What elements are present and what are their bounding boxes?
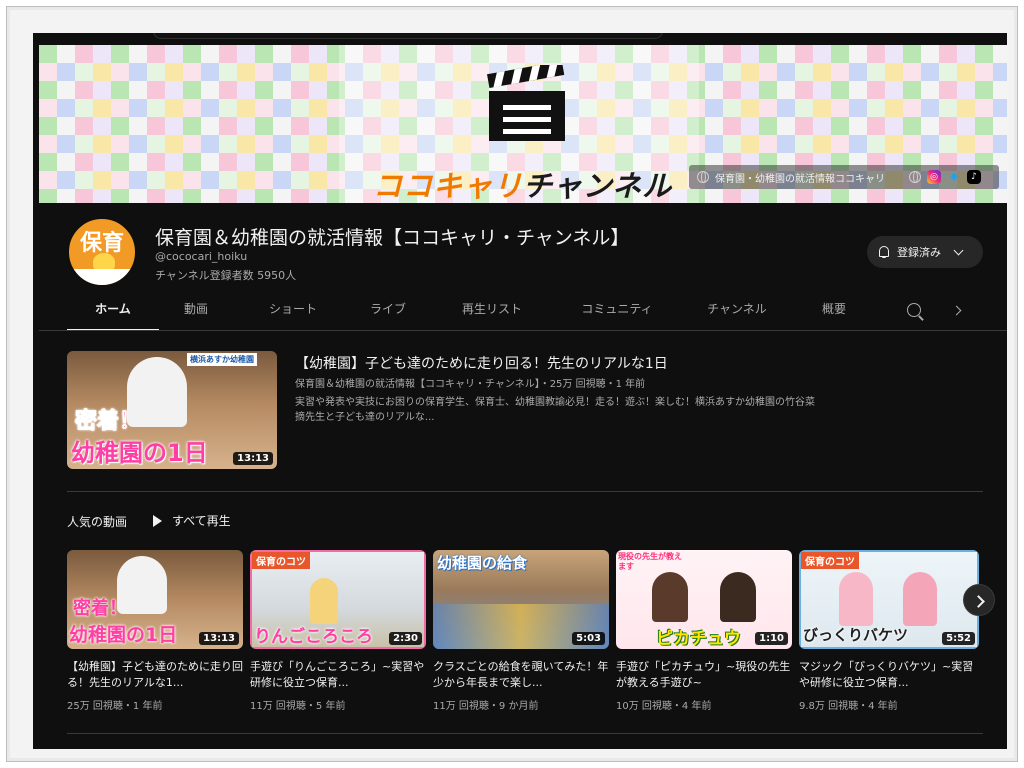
youtube-channel-page: ココキャリチャンネル 保育園・幼稚園の就活情報ココキャリ ◎ ♦ ♪ 保育 保育… [33, 33, 1007, 749]
thumbnail-figure [720, 572, 756, 622]
channel-title: 保育園＆幼稚園の就活情報【ココキャリ・チャンネル】 [155, 227, 630, 249]
video-meta-4: 10万 回視聴・4 年前 [616, 701, 712, 712]
featured-video-thumbnail[interactable]: 横浜あすか幼稚園 密着！ 幼稚園の1日 13:13 [67, 351, 277, 469]
featured-video-title[interactable]: 【幼稚園】子ども達のために走り回る！先生のリアルな1日 [295, 353, 668, 373]
thumbnail-caption-top: 幼稚園の給食 [437, 554, 528, 572]
channel-tabs: ホーム 動画 ショート ライブ 再生リスト コミュニティ チャンネル 概要 [67, 295, 1007, 331]
thumbnail-figure [839, 572, 873, 626]
video-thumbnail-1[interactable]: 密着！ 幼稚園の1日 13:13 [67, 550, 243, 649]
video-title-2[interactable]: 手遊び「りんごころころ」~実習や研修に役立つ保育... [250, 659, 426, 691]
thumbnail-tag: 横浜あすか幼稚園 [187, 353, 257, 366]
thumbnail-caption-bottom: ピカチュウ [656, 629, 741, 649]
banner-links-bar: 保育園・幼稚園の就活情報ココキャリ ◎ ♦ ♪ [689, 165, 999, 189]
section-title[interactable]: 人気の動画 [67, 513, 127, 530]
carousel-next-button[interactable] [963, 584, 995, 616]
video-meta-3: 11万 回視聴・9 か月前 [433, 701, 539, 712]
tab-home[interactable]: ホーム [67, 295, 159, 331]
avatar-bottom-band [69, 269, 135, 285]
tab-community[interactable]: コミュニティ [567, 295, 667, 331]
featured-video-description: 実習や発表や実技にお困りの保育学生、保育士、幼稚園教諭必見！走る！遊ぶ！楽しむ！… [295, 397, 815, 423]
thumbnail-caption-bottom: りんごころころ [254, 627, 373, 647]
channel-banner: ココキャリチャンネル 保育園・幼稚園の就活情報ココキャリ ◎ ♦ ♪ [39, 45, 1007, 203]
video-title-4[interactable]: 手遊び「ピカチュウ」~現役の先生が教える手遊び~ [616, 659, 792, 691]
section-divider [67, 491, 983, 492]
thumbnail-figure [310, 578, 338, 624]
tiktok-icon[interactable]: ♪ [967, 170, 981, 184]
tab-about[interactable]: 概要 [809, 295, 859, 331]
subscriber-count: チャンネル登録者数 5950人 [155, 269, 297, 282]
thumbnail-caption-bottom: びっくりバケツ [803, 626, 909, 644]
instagram-icon[interactable]: ◎ [927, 170, 941, 184]
video-title-1[interactable]: 【幼稚園】子ども達のために走り回る！先生のリアルな1... [67, 659, 243, 691]
video-meta-2: 11万 回視聴・5 年前 [250, 701, 346, 712]
bottom-divider [67, 733, 983, 734]
thumbnail-tag: 保育のコツ [252, 552, 310, 569]
thumbnail-tag: 現役の先生が教えます [618, 552, 682, 571]
globe-icon[interactable] [909, 171, 921, 183]
bell-icon [877, 245, 891, 259]
play-all-button[interactable]: すべて再生 [153, 512, 231, 529]
banner-link-text[interactable]: 保育園・幼稚園の就活情報ココキャリ [715, 170, 885, 185]
play-icon [153, 514, 162, 527]
globe-icon [697, 171, 709, 183]
video-duration: 2:30 [389, 632, 422, 645]
thumbnail-caption-bottom: 幼稚園の1日 [71, 439, 208, 467]
video-thumbnail-5[interactable]: 保育のコツ びっくりバケツ 5:52 [799, 550, 979, 649]
tabs-divider [39, 330, 1007, 331]
video-duration: 13:13 [199, 632, 239, 645]
video-duration: 13:13 [233, 452, 273, 465]
brand-orange-text: ココキャリ [373, 169, 524, 203]
video-duration: 5:52 [942, 632, 975, 645]
clapperboard-icon [487, 65, 565, 141]
channel-handle: @cococari_hoiku [155, 250, 248, 263]
video-title-3[interactable]: クラスごとの給食を覗いてみた！年少から年長まで楽し... [433, 659, 609, 691]
thumbnail-tag: 保育のコツ [801, 552, 859, 569]
thumbnail-caption-top: 密着！ [73, 598, 127, 619]
chevron-down-icon [953, 245, 964, 255]
screenshot-frame: ココキャリチャンネル 保育園・幼稚園の就活情報ココキャリ ◎ ♦ ♪ 保育 保育… [6, 6, 1018, 762]
video-duration: 5:03 [572, 632, 605, 645]
thumbnail-figure [652, 572, 688, 622]
thumbnail-figure [903, 572, 937, 626]
top-bar [33, 33, 1007, 45]
video-title-5[interactable]: マジック「びっくりバケツ」~実習や研修に役立つ保育... [799, 659, 975, 691]
search-icon[interactable] [907, 303, 921, 317]
video-thumbnail-2[interactable]: 保育のコツ りんごころころ 2:30 [250, 550, 426, 649]
thumbnail-caption-bottom: 幼稚園の1日 [69, 624, 178, 646]
video-meta-5: 9.8万 回視聴・4 年前 [799, 701, 898, 712]
banner-brand-logo: ココキャリチャンネル [373, 163, 672, 203]
twitter-icon[interactable]: ♦ [947, 170, 961, 184]
search-bar-edge[interactable] [153, 33, 663, 39]
subscribed-label: 登録済み [897, 247, 941, 259]
video-thumbnail-3[interactable]: 幼稚園の給食 5:03 [433, 550, 609, 649]
play-all-label: すべて再生 [172, 514, 231, 528]
tab-channels[interactable]: チャンネル [697, 295, 777, 331]
video-meta-1: 25万 回視聴・1 年前 [67, 701, 163, 712]
featured-video-meta: 保育園＆幼稚園の就活情報【ココキャリ・チャンネル】・25万 回視聴・1 年前 [295, 379, 646, 390]
video-duration: 1:10 [755, 632, 788, 645]
tab-live[interactable]: ライブ [357, 295, 419, 331]
tab-shorts[interactable]: ショート [253, 295, 333, 331]
channel-avatar[interactable]: 保育 [67, 217, 137, 287]
brand-dark-text: チャンネル [523, 169, 673, 203]
tab-videos[interactable]: 動画 [171, 295, 221, 331]
tab-playlists[interactable]: 再生リスト [447, 295, 537, 331]
video-thumbnail-4[interactable]: 現役の先生が教えます ピカチュウ 1:10 [616, 550, 792, 649]
subscribed-button[interactable]: 登録済み [867, 236, 983, 268]
thumbnail-caption-top: 密着！ [74, 409, 142, 435]
